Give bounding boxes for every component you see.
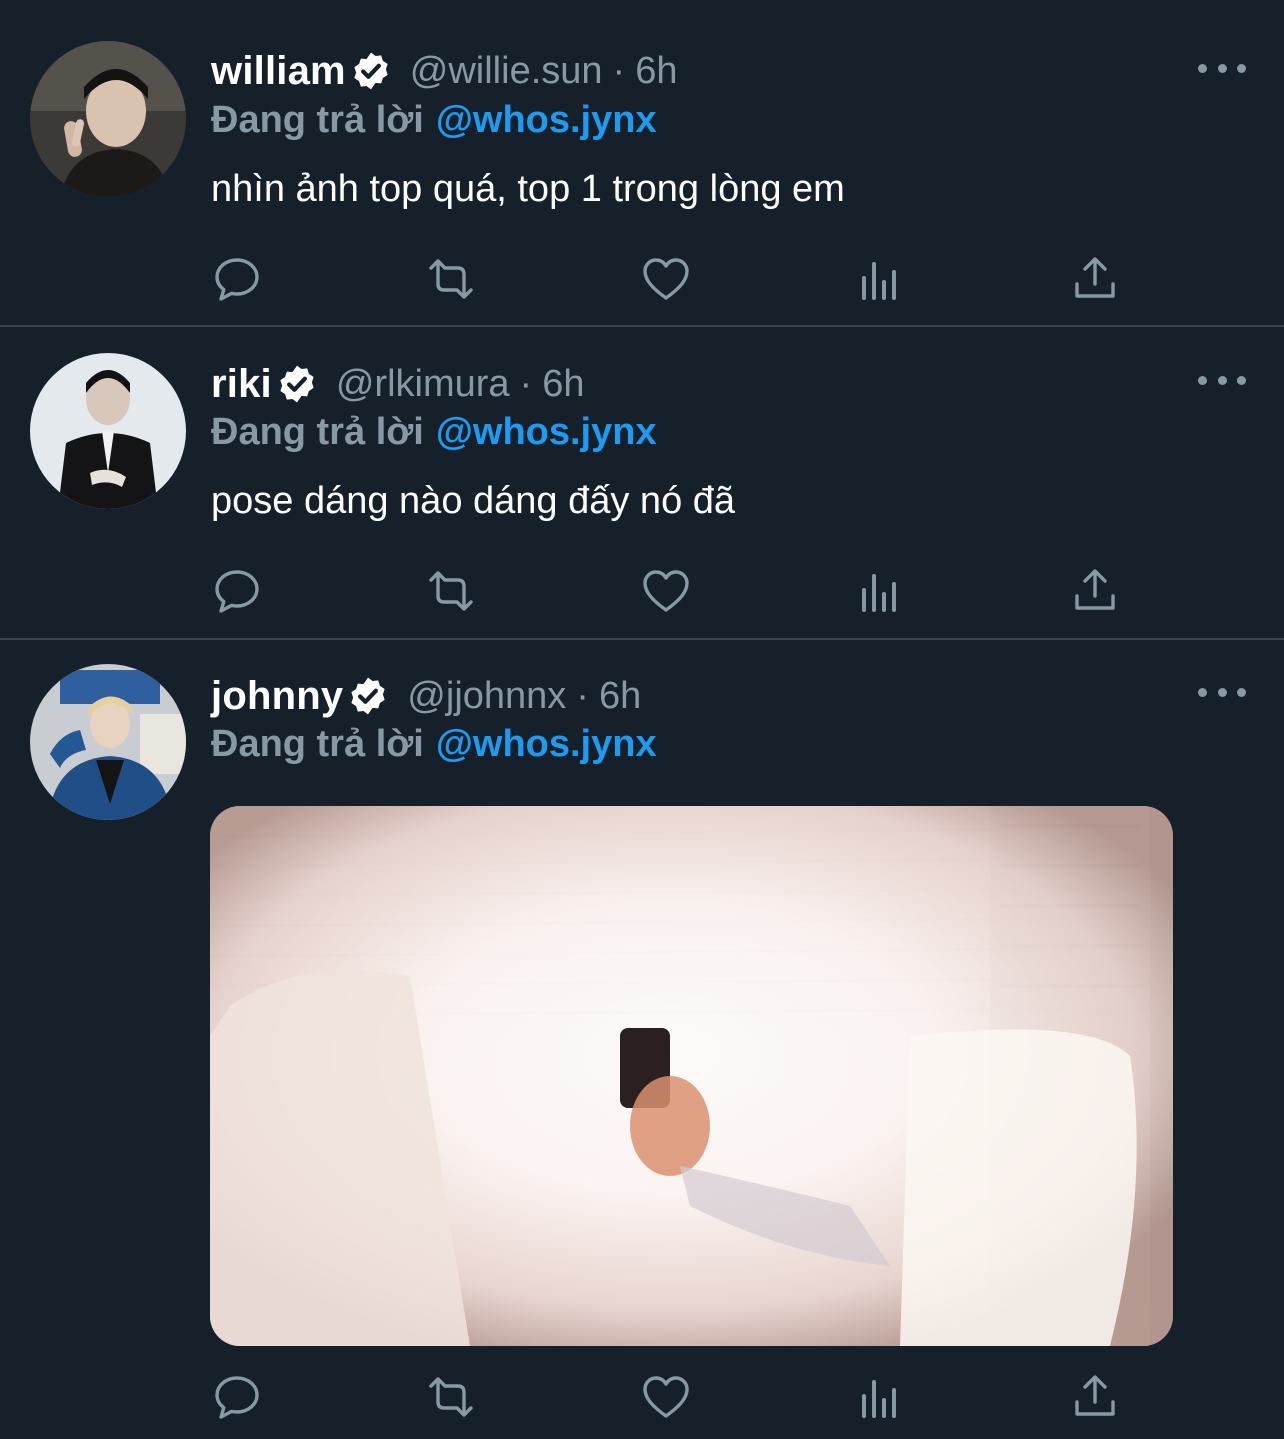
like-button[interactable] — [640, 1372, 692, 1422]
share-icon — [1075, 569, 1115, 610]
verified-badge-icon — [351, 677, 385, 715]
reply-label: Đang trả lời — [211, 411, 424, 453]
reply-label: Đang trả lời — [211, 99, 424, 141]
reply-icon — [215, 570, 259, 613]
share-icon — [1075, 1375, 1115, 1416]
display-name[interactable]: johnny — [211, 674, 343, 719]
views-icon — [862, 1380, 896, 1418]
like-button[interactable] — [640, 566, 692, 616]
reply-context: Đang trả lời @whos.jynx — [211, 723, 657, 766]
user-handle[interactable]: @rlkimura — [336, 363, 510, 406]
reply-context: Đang trả lời @whos.jynx — [211, 99, 657, 142]
avatar-william[interactable] — [30, 41, 186, 197]
timestamp[interactable]: 6h — [542, 363, 584, 406]
retweet-button[interactable] — [425, 566, 477, 616]
separator-dot: · — [576, 674, 589, 717]
tweet-text: pose dáng nào dáng đấy nó đã — [211, 480, 736, 522]
retweet-icon — [429, 259, 473, 299]
like-icon — [643, 570, 689, 612]
more-icon[interactable] — [1198, 58, 1246, 78]
retweet-button[interactable] — [425, 1372, 477, 1422]
user-handle[interactable]: @willie.sun — [410, 50, 603, 93]
tweet-text: nhìn ảnh top quá, top 1 trong lòng em — [211, 168, 845, 210]
action-bar — [211, 566, 1131, 616]
action-bar — [211, 254, 1131, 304]
like-icon — [643, 258, 689, 300]
action-bar — [211, 1372, 1131, 1422]
retweet-icon — [429, 571, 473, 611]
retweet-button[interactable] — [425, 254, 477, 304]
tweet-header: riki @rlkimura · 6h — [211, 357, 584, 411]
reply-mention-link[interactable]: @whos.jynx — [436, 99, 657, 141]
tweet-riki[interactable]: riki @rlkimura · 6h Đang trả lời @whos.jy… — [0, 327, 1284, 638]
retweet-icon — [429, 1377, 473, 1417]
verified-badge-icon — [280, 365, 314, 403]
tweet-william[interactable]: william @willie.sun · 6h Đang trả lời @wh… — [0, 0, 1284, 326]
reply-context: Đang trả lời @whos.jynx — [211, 411, 657, 454]
share-icon — [1075, 257, 1115, 298]
more-icon[interactable] — [1198, 682, 1246, 702]
views-button[interactable] — [854, 566, 906, 616]
display-name[interactable]: william — [211, 49, 346, 94]
verified-badge-icon — [354, 52, 388, 90]
separator-dot: · — [519, 362, 533, 405]
reply-button[interactable] — [211, 566, 263, 616]
reply-mention-link[interactable]: @whos.jynx — [436, 411, 657, 453]
tweet-header: william @willie.sun · 6h — [211, 44, 677, 98]
more-icon[interactable] — [1198, 370, 1246, 390]
share-button[interactable] — [1069, 566, 1121, 616]
like-icon — [643, 1376, 689, 1418]
like-button[interactable] — [640, 254, 692, 304]
tweet-media-image[interactable] — [210, 806, 1173, 1346]
views-icon — [862, 574, 896, 612]
reply-button[interactable] — [211, 1372, 263, 1422]
reply-feed: william @willie.sun · 6h Đang trả lời @wh… — [0, 0, 1284, 1439]
timestamp[interactable]: 6h — [599, 675, 641, 718]
share-button[interactable] — [1069, 254, 1121, 304]
views-icon — [862, 262, 896, 300]
user-handle[interactable]: @jjohnnx — [407, 675, 566, 718]
avatar-riki[interactable] — [30, 353, 186, 509]
display-name[interactable]: riki — [211, 362, 272, 407]
views-button[interactable] — [854, 1372, 906, 1422]
tweet-header: johnny @jjohnnx · 6h — [211, 669, 641, 723]
reply-icon — [215, 258, 259, 301]
share-button[interactable] — [1069, 1372, 1121, 1422]
reply-label: Đang trả lời — [211, 723, 424, 765]
separator-dot: · — [612, 49, 626, 92]
views-button[interactable] — [854, 254, 906, 304]
reply-mention-link[interactable]: @whos.jynx — [436, 723, 657, 765]
reply-button[interactable] — [211, 254, 263, 304]
reply-icon — [215, 1376, 259, 1419]
timestamp[interactable]: 6h — [635, 50, 677, 93]
avatar-johnny[interactable] — [30, 664, 186, 820]
